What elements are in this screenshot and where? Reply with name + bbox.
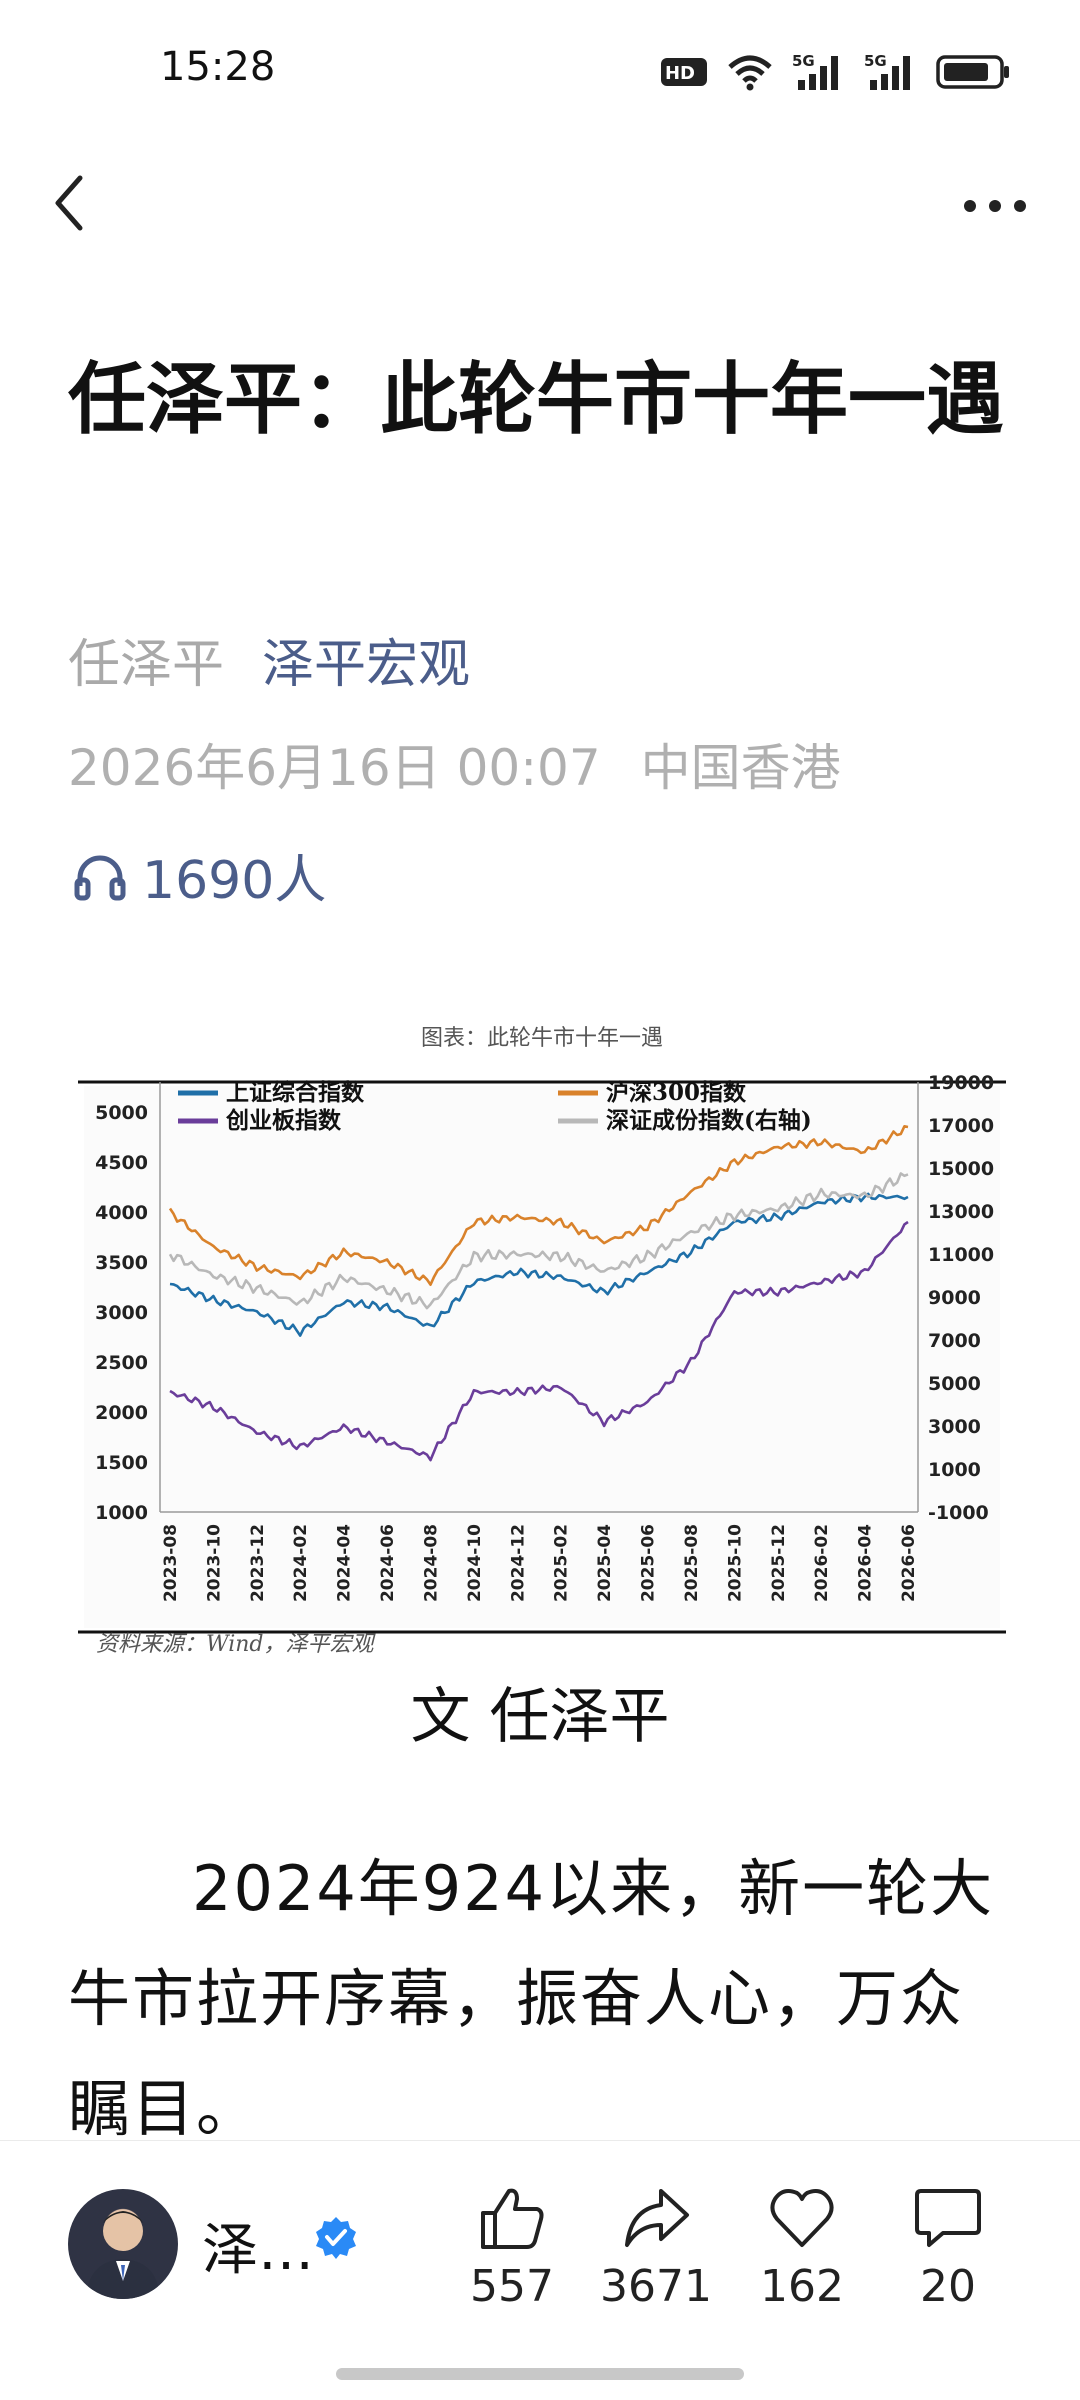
person-icon (86, 2211, 160, 2299)
x-tick-label: 2024-02 (291, 1524, 311, 1602)
chart-svg: 1000 1500 2000 2500 3000 3500 4000 4500 5000 -100… (78, 1072, 1006, 1634)
x-tick-label: 2025-08 (682, 1524, 702, 1602)
chart-figure: 图表：此轮牛市十年一遇 1000 1500 2000 2500 3000 3500 4000… (78, 1020, 1006, 1665)
5g-signal-icon: 5G (792, 52, 838, 90)
hd-icon: HD (661, 58, 707, 86)
legend-label: 创业板指数 (225, 1107, 342, 1134)
y-right-tick-label: 7000 (928, 1330, 981, 1352)
meta-row: 2026年6月16日 00:07 中国香港 (68, 728, 841, 800)
x-tick-label: 2023-08 (161, 1524, 181, 1602)
svg-text:5G: 5G (864, 52, 887, 70)
svg-text:5G: 5G (792, 52, 815, 70)
article-paragraph: 2024年924以来，新一轮大牛市拉开序幕，振奋人心，万众瞩目。 (68, 1852, 995, 2145)
favorite-count: 162 (760, 2261, 844, 2312)
y-left-tick-label: 5000 (95, 1102, 148, 1124)
listener-count: 1690人 (142, 851, 327, 911)
chevron-left-icon (55, 175, 83, 231)
share-button[interactable]: 3671 (596, 2185, 716, 2312)
x-tick-label: 2026-06 (899, 1524, 919, 1602)
y-right-tick-label: 15000 (928, 1158, 994, 1180)
y-left-tick-label: 4500 (95, 1152, 148, 1174)
byline-row: 任泽平 泽平宏观 (68, 622, 470, 697)
x-tick-label: 2023-12 (248, 1524, 268, 1602)
back-button[interactable] (40, 160, 110, 240)
y-left-tick-label: 2500 (95, 1352, 148, 1374)
listen-button[interactable]: 1690人 (72, 838, 326, 913)
author-name[interactable]: 任泽平 (68, 622, 224, 697)
status-icons: HD 5G 5G (660, 52, 1012, 92)
5g-signal-icon: 5G (864, 52, 910, 90)
account-name[interactable]: 泽平宏观 (262, 622, 470, 697)
x-tick-label: 2023-10 (204, 1524, 224, 1602)
x-tick-label: 2025-06 (639, 1524, 659, 1602)
y-left-tick-label: 3500 (95, 1252, 148, 1274)
x-tick-label: 2024-10 (465, 1524, 485, 1602)
y-left-tick-label: 1500 (95, 1452, 148, 1474)
status-bar: 15:28 HD 5G 5G (0, 0, 1080, 140)
comment-bubble-icon (915, 2189, 981, 2247)
publish-location: 中国香港 (640, 739, 841, 797)
y-right-tick-label: 3000 (928, 1416, 981, 1438)
like-count: 557 (470, 2261, 554, 2312)
legend-label: 深证成份指数(右轴) (606, 1107, 812, 1134)
bottom-action-bar: 泽… 557 3671 162 20 (0, 2140, 1080, 2400)
home-indicator[interactable] (336, 2368, 744, 2380)
x-tick-label: 2024-04 (335, 1524, 355, 1602)
author-short-name[interactable]: 泽… (202, 2205, 314, 2286)
verified-badge-icon (316, 2217, 356, 2259)
y-right-tick-label: 5000 (928, 1373, 981, 1395)
y-right-tick-label: 11000 (928, 1244, 994, 1266)
x-tick-label: 2025-02 (552, 1524, 572, 1602)
top-nav (0, 150, 1080, 250)
y-left-tick-label: 2000 (95, 1402, 148, 1424)
more-dots-icon (964, 200, 1026, 212)
x-tick-label: 2026-04 (856, 1524, 876, 1602)
share-arrow-icon (625, 2189, 689, 2247)
wifi-icon (728, 55, 772, 91)
chart-source: 资料来源：Wind，泽平宏观 (96, 1632, 374, 1657)
svg-text:HD: HD (665, 63, 695, 84)
legend-label: 沪深300指数 (606, 1079, 747, 1106)
like-button[interactable]: 557 (452, 2185, 572, 2312)
chart-title: 图表：此轮牛市十年一遇 (420, 1026, 663, 1051)
heart-icon (770, 2189, 834, 2247)
y-right-tick-label: 9000 (928, 1287, 981, 1309)
y-left-tick-label: 3000 (95, 1302, 148, 1324)
status-time: 15:28 (160, 44, 276, 90)
comment-count: 20 (920, 2261, 976, 2312)
y-left-tick-label: 1000 (95, 1502, 148, 1524)
share-count: 3671 (600, 2261, 712, 2312)
article-title: 任泽平：此轮牛市十年一遇 (68, 355, 1005, 445)
y-right-tick-label: 17000 (928, 1115, 994, 1137)
favorite-button[interactable]: 162 (742, 2185, 862, 2312)
battery-icon (936, 55, 1009, 89)
avatar[interactable] (68, 2189, 178, 2299)
y-right-tick-label: 1000 (928, 1459, 981, 1481)
article-byline: 文 任泽平 (410, 1682, 670, 1752)
x-tick-label: 2024-12 (508, 1524, 528, 1602)
legend-label: 上证综合指数 (226, 1079, 365, 1106)
x-tick-label: 2026-02 (812, 1524, 832, 1602)
comment-button[interactable]: 20 (888, 2185, 1008, 2312)
x-tick-label: 2024-08 (421, 1524, 441, 1602)
thumbs-up-icon (481, 2188, 544, 2249)
y-right-tick-label: 19000 (928, 1072, 994, 1094)
x-tick-label: 2024-06 (378, 1524, 398, 1602)
x-tick-label: 2025-04 (595, 1524, 615, 1602)
x-tick-label: 2025-10 (725, 1524, 745, 1602)
headphones-icon (74, 855, 126, 900)
y-right-tick-label: 13000 (928, 1201, 994, 1223)
y-left-tick-label: 4000 (95, 1202, 148, 1224)
more-button[interactable] (950, 160, 1040, 240)
y-right-tick-label: -1000 (928, 1502, 989, 1524)
publish-datetime: 2026年6月16日 00:07 (68, 739, 601, 797)
x-tick-label: 2025-12 (769, 1524, 789, 1602)
